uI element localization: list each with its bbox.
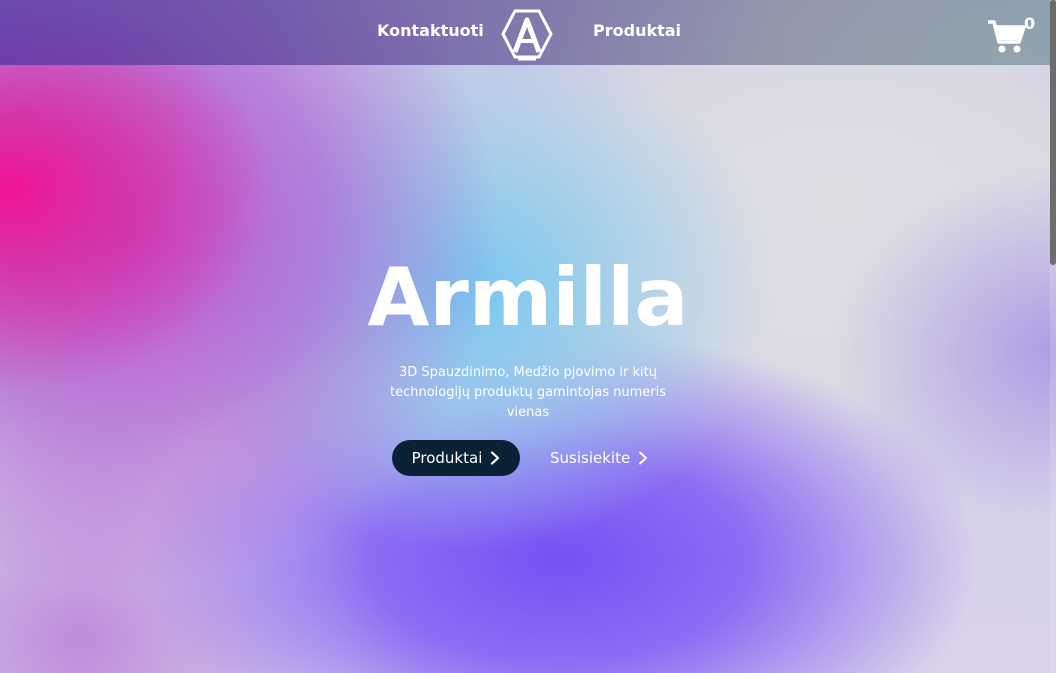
products-button[interactable]: Produktai (392, 440, 520, 476)
products-button-label: Produktai (411, 449, 483, 467)
hero-subtitle: 3D Spauzdinimo, Medžio pjovimo ir kitų t… (390, 365, 666, 420)
scrollbar[interactable] (1050, 0, 1056, 673)
chevron-right-icon (491, 451, 500, 465)
shopping-cart-icon[interactable] (986, 18, 1026, 54)
cart-count-badge: 0 (1024, 14, 1036, 33)
contact-us-button[interactable]: Susisiekite (550, 440, 648, 476)
page: Kontaktuoti Produktai 0 Armilla 3D Spauz… (0, 0, 1056, 673)
chevron-right-icon (639, 451, 648, 465)
navbar: Kontaktuoti Produktai 0 (0, 0, 1056, 65)
nav-link-contact[interactable]: Kontaktuoti (377, 21, 484, 40)
scrollbar-thumb[interactable] (1050, 0, 1056, 265)
hero-title: Armilla (367, 251, 689, 344)
nav-link-products[interactable]: Produktai (593, 21, 681, 40)
hexagon-a-logo-icon[interactable] (501, 8, 553, 62)
contact-us-button-label: Susisiekite (550, 449, 631, 467)
